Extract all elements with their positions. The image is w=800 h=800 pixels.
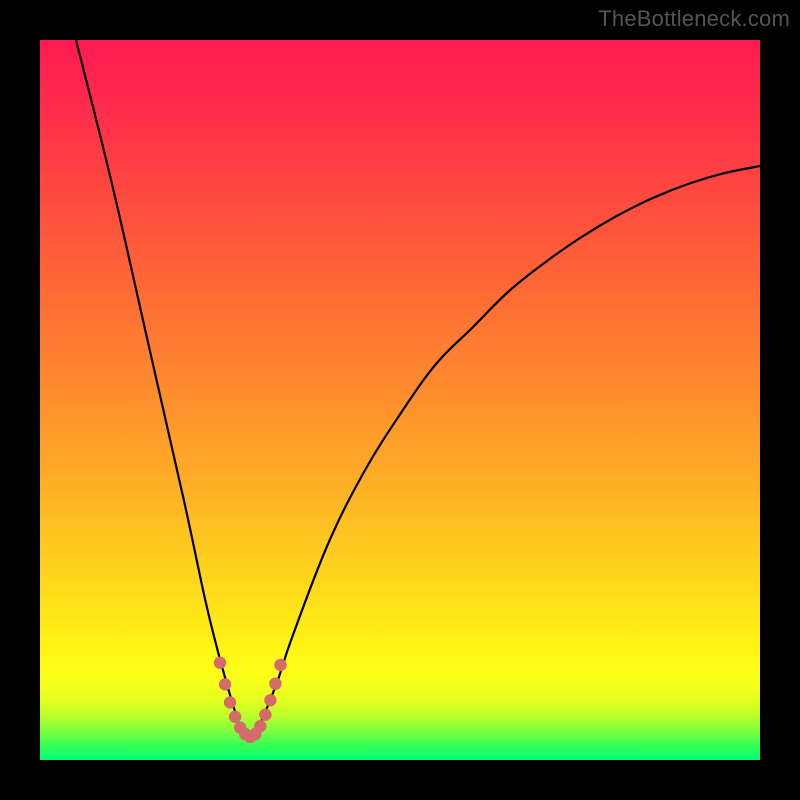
highlight-dot bbox=[224, 696, 236, 708]
chart-stage: TheBottleneck.com bbox=[0, 0, 800, 800]
curve-layer bbox=[40, 40, 760, 760]
watermark-text: TheBottleneck.com bbox=[598, 6, 790, 32]
highlight-dot bbox=[214, 657, 226, 669]
highlight-dot bbox=[264, 694, 276, 706]
highlight-dot bbox=[229, 711, 241, 723]
highlight-dots bbox=[214, 657, 287, 744]
highlight-dot bbox=[274, 659, 286, 671]
highlight-dot bbox=[254, 720, 266, 732]
highlight-dot bbox=[269, 677, 281, 689]
plot-area bbox=[40, 40, 760, 760]
bottleneck-curve bbox=[76, 40, 760, 738]
highlight-dot bbox=[259, 708, 271, 720]
highlight-dot bbox=[219, 678, 231, 690]
